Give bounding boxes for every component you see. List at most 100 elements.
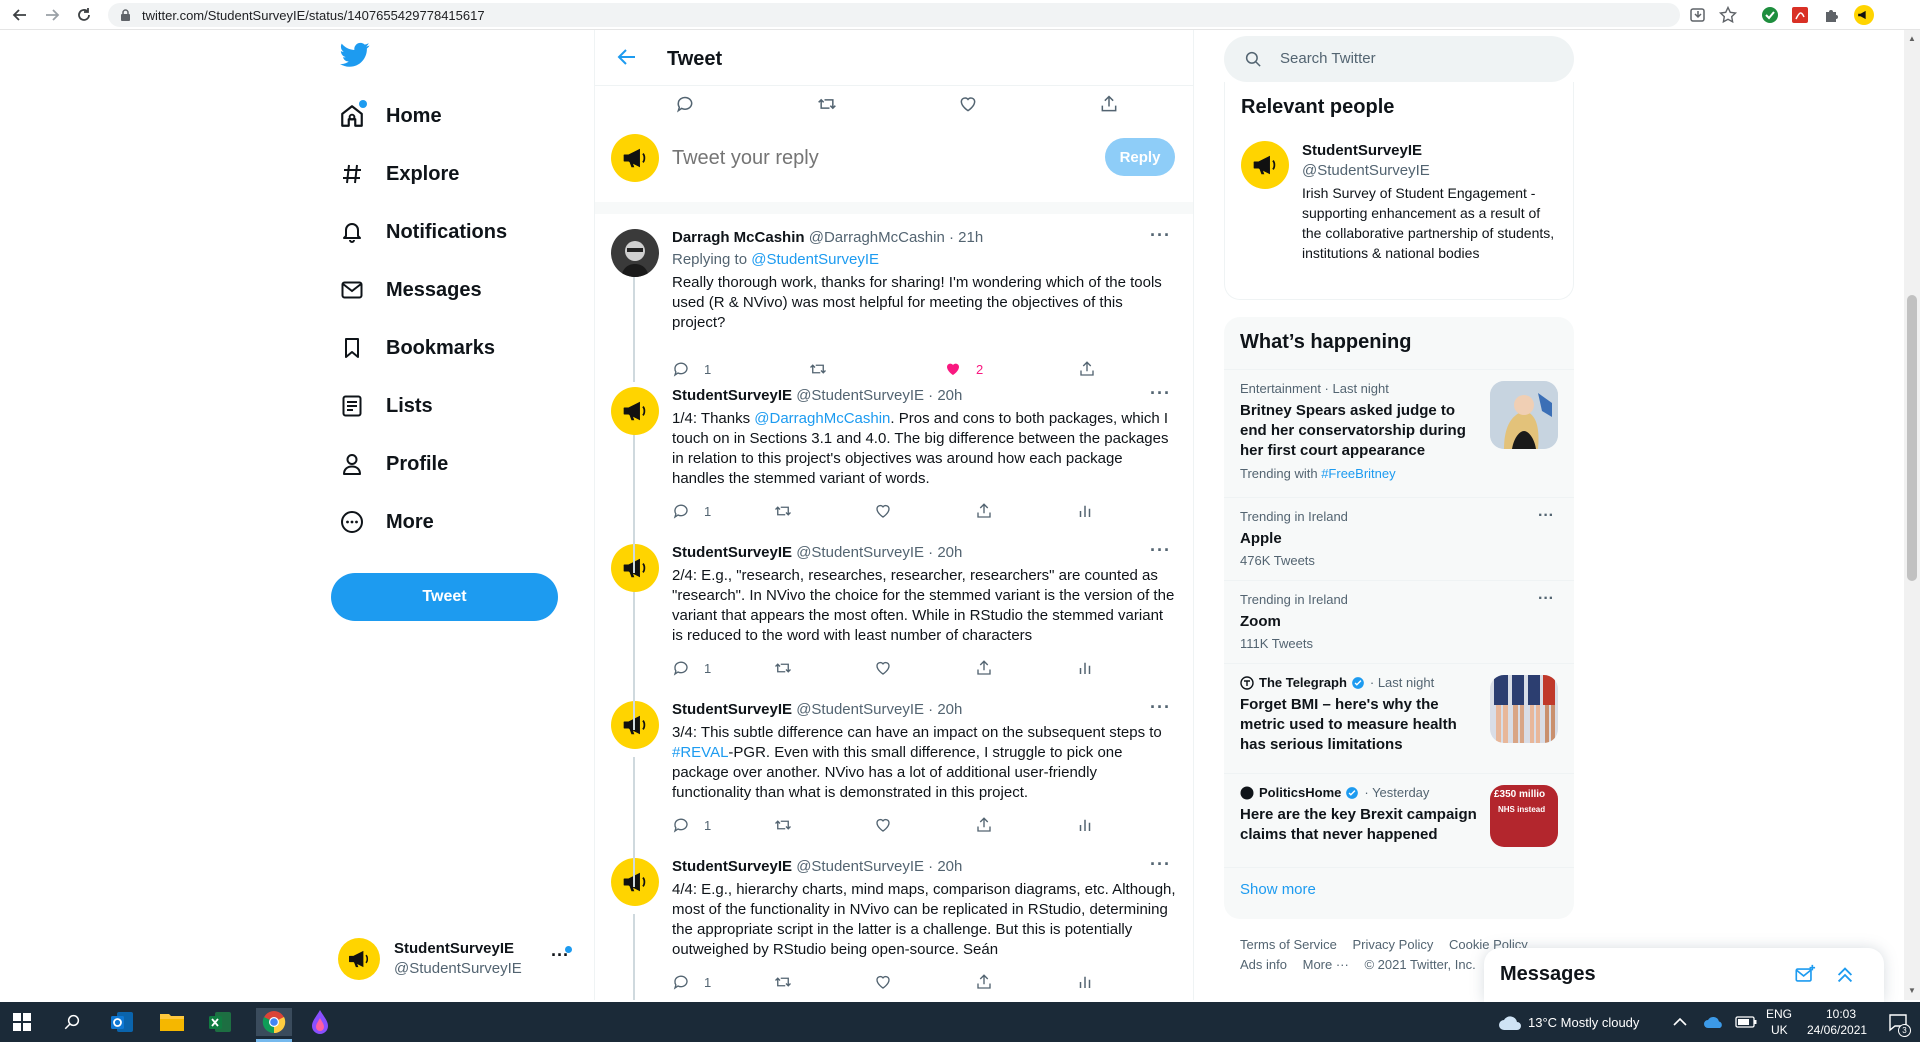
share-action[interactable] [975, 502, 993, 520]
share-action[interactable] [975, 973, 993, 991]
analytics-action[interactable] [1076, 816, 1094, 834]
scroll-down-arrow-icon[interactable]: ▼ [1908, 986, 1916, 995]
weather-text[interactable]: 13°C Mostly cloudy [1528, 1015, 1639, 1030]
app-drop-icon[interactable] [306, 1008, 334, 1036]
reply-input[interactable] [672, 144, 1052, 172]
trend-item[interactable]: Trending in Ireland Zoom 111K Tweets ··· [1224, 580, 1574, 663]
bookmark-star-icon[interactable] [1718, 5, 1738, 25]
analytics-action[interactable] [1076, 502, 1094, 520]
back-arrow-icon[interactable] [617, 47, 637, 67]
nav-explore[interactable]: Explore [338, 150, 459, 198]
mention-link[interactable]: @DarraghMcCashin [754, 410, 890, 427]
relevant-name[interactable]: StudentSurveyIE [1302, 142, 1422, 159]
author-handle[interactable]: @DarraghMcCashin [809, 229, 945, 246]
reply-action[interactable]: 1 [672, 659, 711, 677]
relevant-handle[interactable]: @StudentSurveyIE [1302, 162, 1430, 179]
share-action[interactable] [975, 659, 993, 677]
tweet-time[interactable]: · 20h [928, 701, 962, 718]
nav-profile[interactable]: Profile [338, 440, 448, 488]
install-app-icon[interactable] [1688, 5, 1708, 25]
news-item[interactable]: The Telegraph · Last night Forget BMI – … [1224, 663, 1574, 773]
chevron-up-icon[interactable] [1666, 1008, 1694, 1036]
lang-code[interactable]: ENG [1766, 1007, 1792, 1021]
search-box[interactable]: Search Twitter [1224, 36, 1574, 82]
replying-to-link[interactable]: @StudentSurveyIE [751, 251, 879, 268]
tweet-time[interactable]: · 20h [928, 387, 962, 404]
nav-lists[interactable]: Lists [338, 382, 433, 430]
user-avatar[interactable] [1241, 141, 1289, 189]
share-icon[interactable] [1099, 94, 1119, 114]
like-icon[interactable] [958, 94, 978, 114]
nav-notifications[interactable]: Notifications [338, 208, 507, 256]
retweet-action[interactable] [773, 816, 793, 834]
nav-home[interactable]: Home [338, 92, 442, 140]
like-action[interactable] [874, 502, 892, 520]
address-bar[interactable]: twitter.com/StudentSurveyIE/status/14076… [108, 3, 1680, 27]
reply-action[interactable]: 1 [672, 502, 711, 520]
messages-drawer[interactable]: Messages [1484, 948, 1884, 1002]
compose-tweet-button[interactable]: Tweet [331, 573, 558, 621]
trend-more-icon[interactable]: ··· [1538, 590, 1554, 608]
retweet-action[interactable] [773, 973, 793, 991]
trend-hashtag-link[interactable]: #FreeBritney [1321, 466, 1395, 481]
forward-arrow-icon[interactable] [44, 7, 60, 23]
retweet-action[interactable] [773, 502, 793, 520]
account-switcher[interactable]: StudentSurveyIE @StudentSurveyIE ··· [338, 932, 578, 992]
more-options-icon[interactable]: ··· [1150, 854, 1171, 875]
user-avatar[interactable] [611, 544, 659, 592]
excel-icon[interactable] [206, 1008, 234, 1036]
like-action[interactable] [874, 659, 892, 677]
trend-item[interactable]: Entertainment · Last night Britney Spear… [1224, 369, 1574, 497]
analytics-action[interactable] [1076, 973, 1094, 991]
show-more-link[interactable]: Show more [1240, 881, 1316, 898]
tweet-time[interactable]: · 20h [928, 858, 962, 875]
expand-chevron-icon[interactable] [1834, 964, 1856, 986]
user-avatar[interactable] [611, 858, 659, 906]
clock-date[interactable]: 24/06/2021 [1807, 1023, 1867, 1037]
author-handle[interactable]: @StudentSurveyIE [796, 387, 924, 404]
tweet-time[interactable]: · 20h [928, 544, 962, 561]
more-options-icon[interactable]: ··· [1150, 383, 1171, 404]
nav-messages[interactable]: Messages [338, 266, 482, 314]
reply-tweet[interactable]: Darragh McCashin @DarraghMcCashin · 21h … [595, 225, 1193, 389]
hashtag-link[interactable]: #REVAL [672, 744, 728, 761]
file-explorer-icon[interactable] [158, 1008, 186, 1036]
more-link[interactable]: More ··· [1303, 957, 1349, 972]
outlook-icon[interactable] [108, 1008, 136, 1036]
like-action[interactable]: 2 [944, 360, 983, 378]
puzzle-extensions-icon[interactable] [1822, 5, 1842, 25]
ads-info-link[interactable]: Ads info [1240, 957, 1287, 972]
onedrive-icon[interactable] [1700, 1008, 1728, 1036]
privacy-link[interactable]: Privacy Policy [1352, 937, 1433, 952]
reply-button[interactable]: Reply [1105, 138, 1175, 176]
author-name[interactable]: StudentSurveyIE [672, 858, 792, 875]
user-avatar[interactable] [611, 229, 659, 277]
share-action[interactable] [975, 816, 993, 834]
new-message-icon[interactable] [1794, 964, 1816, 986]
author-name[interactable]: StudentSurveyIE [672, 387, 792, 404]
check-extension-icon[interactable] [1760, 5, 1780, 25]
author-handle[interactable]: @StudentSurveyIE [796, 701, 924, 718]
analytics-action[interactable] [1076, 659, 1094, 677]
author-name[interactable]: Darragh McCashin [672, 229, 805, 246]
nav-bookmarks[interactable]: Bookmarks [338, 324, 495, 372]
trend-item[interactable]: Trending in Ireland Apple 476K Tweets ··… [1224, 497, 1574, 580]
clock-time[interactable]: 10:03 [1826, 1007, 1856, 1021]
user-avatar[interactable] [611, 387, 659, 435]
tweet-time[interactable]: · 21h [949, 229, 983, 246]
terms-link[interactable]: Terms of Service [1240, 937, 1337, 952]
pdf-extension-icon[interactable] [1790, 5, 1810, 25]
battery-icon[interactable] [1732, 1008, 1760, 1036]
page-scrollbar[interactable]: ▲ ▼ [1904, 30, 1920, 1000]
trend-more-icon[interactable]: ··· [1538, 507, 1554, 525]
author-name[interactable]: StudentSurveyIE [672, 544, 792, 561]
retweet-icon[interactable] [816, 94, 838, 114]
profile-avatar-icon[interactable] [1854, 5, 1874, 25]
lang-region[interactable]: UK [1771, 1023, 1788, 1037]
user-avatar[interactable] [611, 701, 659, 749]
chrome-icon[interactable] [256, 1008, 292, 1036]
scroll-up-arrow-icon[interactable]: ▲ [1908, 34, 1916, 43]
reload-icon[interactable] [76, 7, 92, 23]
reply-icon[interactable] [675, 94, 695, 114]
cloudy-weather-icon[interactable] [1496, 1008, 1524, 1036]
